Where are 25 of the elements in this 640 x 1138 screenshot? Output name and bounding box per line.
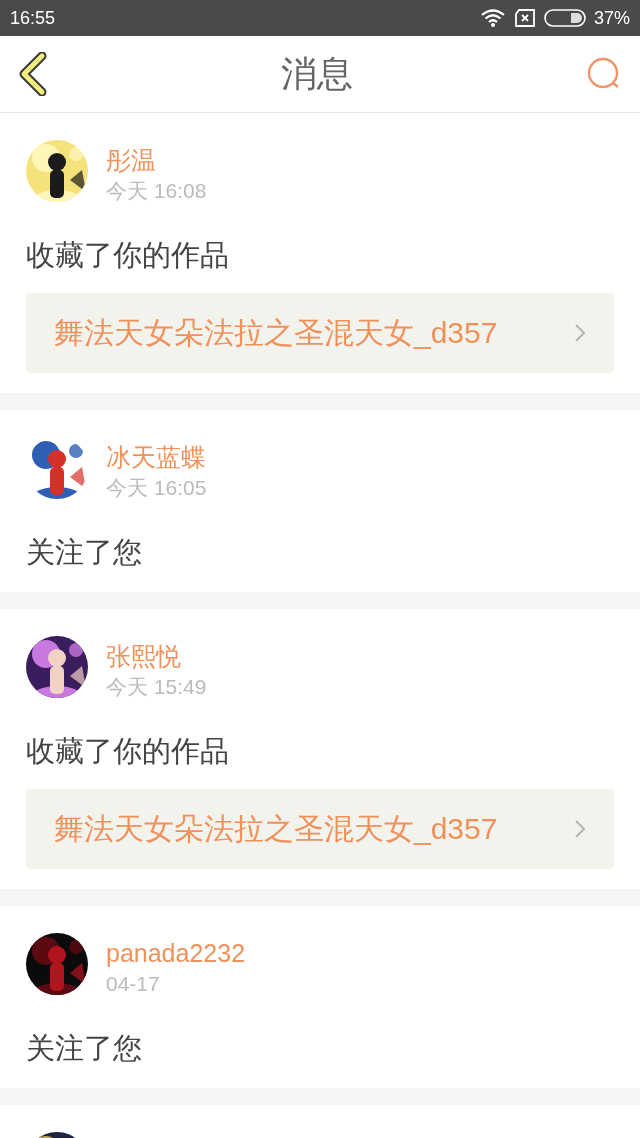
chevron-right-icon — [574, 323, 586, 343]
message-text: 收藏了你的作品 — [26, 733, 230, 770]
chevron-right-icon — [574, 819, 586, 839]
work-title: 舞法天女朵法拉之圣混天女_d357 — [54, 810, 498, 847]
user-name[interactable]: panada2232 — [106, 937, 246, 969]
battery-icon — [543, 8, 586, 28]
work-link[interactable]: 舞法天女朵法拉之圣混天女_d357 — [26, 789, 614, 869]
message-time: 今天 15:49 — [106, 674, 207, 700]
page-title: 消息 — [281, 51, 353, 96]
message-text: 收藏了你的作品 — [26, 237, 230, 274]
work-title: 舞法天女朵法拉之圣混天女_d357 — [54, 314, 498, 351]
battery-percent: 37% — [593, 7, 630, 29]
wifi-icon — [479, 8, 506, 28]
message-text: 关注了您 — [26, 1030, 143, 1067]
message-time: 今天 16:08 — [106, 178, 207, 204]
message-time: 今天 16:05 — [106, 475, 207, 501]
message-text: 关注了您 — [26, 534, 143, 571]
user-name[interactable]: 彤温 — [106, 144, 207, 176]
status-time: 16:55 — [10, 7, 56, 29]
user-name[interactable]: 冰天蓝蝶 — [106, 441, 207, 473]
back-icon[interactable] — [18, 52, 48, 96]
work-link[interactable]: 舞法天女朵法拉之圣混天女_d357 — [26, 293, 614, 373]
user-name[interactable]: 张熙悦 — [106, 640, 207, 672]
sim-card-icon — [513, 8, 536, 28]
message-time: 04-17 — [106, 971, 161, 997]
